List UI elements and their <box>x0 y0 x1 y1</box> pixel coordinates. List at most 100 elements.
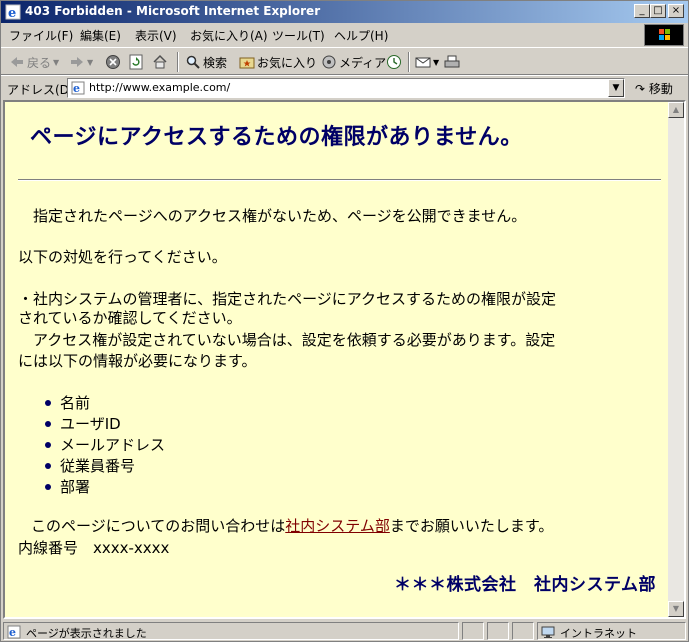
search-button[interactable]: 検索 <box>185 53 227 71</box>
search-icon <box>186 55 200 69</box>
bullet-icon <box>45 483 51 490</box>
intranet-icon <box>541 626 555 638</box>
contact-after: までお願いいたします。 <box>389 517 554 535</box>
home-button[interactable] <box>152 53 168 71</box>
contact-text: このページについてのお問い合わせは社内システム部までお願いいたします。 <box>31 516 553 536</box>
bullet-icon <box>45 462 51 469</box>
media-button[interactable]: メディア <box>321 53 386 71</box>
mail-button[interactable]: ▼ <box>415 53 439 71</box>
contact-link[interactable]: 社内システム部 <box>285 517 390 535</box>
internet-explorer-icon: e <box>5 4 21 20</box>
list-item: 従業員番号 <box>45 455 165 476</box>
status-cell <box>462 622 484 640</box>
intro-text: 指定されたページへのアクセス権がないため、ページを公開できません。 <box>33 207 527 225</box>
status-bar: e ページが表示されました イントラネット <box>1 620 688 641</box>
list-item-text: 従業員番号 <box>60 456 136 475</box>
zone-label: イントラネット <box>560 627 637 640</box>
contact-before: このページについてのお問い合わせは <box>31 517 286 535</box>
back-dropdown-icon[interactable]: ▼ <box>53 58 59 67</box>
address-label: アドレス(D) <box>7 83 74 97</box>
go-arrow-icon: ↷ <box>635 82 646 96</box>
favorites-button[interactable]: お気に入り <box>239 53 317 71</box>
page-icon: e <box>71 81 85 95</box>
signature: ＊＊＊株式会社 社内システム部 <box>394 575 656 595</box>
windows-logo-icon <box>644 24 684 46</box>
menu-tools[interactable]: ツール(T) <box>272 27 325 44</box>
print-button[interactable] <box>444 53 460 71</box>
history-icon <box>387 55 401 69</box>
list-item-text: 部署 <box>60 477 91 496</box>
favorites-label: お気に入り <box>257 55 318 70</box>
menu-view[interactable]: 表示(V) <box>135 27 177 44</box>
required-info-list: 名前 ユーザID メールアドレス 従業員番号 部署 <box>45 392 165 497</box>
toolbar-separator <box>408 52 410 72</box>
bullet-icon <box>45 420 51 427</box>
menu-edit[interactable]: 編集(E) <box>80 27 121 44</box>
bullet-icon <box>45 441 51 448</box>
maximize-button[interactable]: □ <box>650 4 666 18</box>
content-viewport: ページにアクセスするための権限がありません。 指定されたページへのアクセス権がな… <box>3 100 686 619</box>
zone-cell: イントラネット <box>537 622 686 640</box>
scroll-up-button[interactable]: ▲ <box>668 102 684 118</box>
step1-line2: されているか確認してください。 <box>18 309 242 327</box>
search-label: 検索 <box>203 55 228 70</box>
status-message: ページが表示されました <box>26 627 147 640</box>
browser-window: e 403 Forbidden - Microsoft Internet Exp… <box>0 0 689 642</box>
window-title: 403 Forbidden - Microsoft Internet Explo… <box>25 4 321 18</box>
horizontal-rule <box>18 179 661 181</box>
forward-dropdown-icon[interactable]: ▼ <box>87 58 93 67</box>
history-button[interactable] <box>386 53 402 71</box>
status-message-cell: e ページが表示されました <box>3 622 459 640</box>
step1-line1: ・社内システムの管理者に、指定されたページにアクセスするための権限が設定 <box>18 290 557 308</box>
refresh-button[interactable] <box>128 53 144 71</box>
menu-help[interactable]: ヘルプ(H) <box>334 27 388 44</box>
svg-text:e: e <box>73 82 80 95</box>
home-icon <box>153 54 167 69</box>
page-heading: ページにアクセスするための権限がありません。 <box>30 125 523 150</box>
page-done-icon: e <box>7 625 21 639</box>
stop-button[interactable] <box>105 53 121 71</box>
title-bar[interactable]: e 403 Forbidden - Microsoft Internet Exp… <box>1 1 688 23</box>
address-input[interactable]: e http://www.example.com/ ▼ <box>67 78 625 98</box>
mail-dropdown-icon[interactable]: ▼ <box>433 58 439 67</box>
go-label: 移動 <box>648 82 673 96</box>
list-item: ユーザID <box>45 413 165 434</box>
scroll-down-button[interactable]: ▼ <box>668 601 684 617</box>
favorites-folder-icon <box>239 57 255 69</box>
step2-line2: には以下の情報が必要になります。 <box>18 352 257 370</box>
status-cell <box>487 622 509 640</box>
svg-text:e: e <box>8 6 16 20</box>
list-item-text: メールアドレス <box>60 435 166 454</box>
list-item-text: 名前 <box>60 393 91 412</box>
back-arrow-icon <box>11 57 23 67</box>
minimize-button[interactable]: _ <box>634 4 650 18</box>
print-icon <box>444 55 460 68</box>
address-url: http://www.example.com/ <box>89 81 231 94</box>
list-item: メールアドレス <box>45 434 165 455</box>
close-button[interactable]: × <box>668 4 684 18</box>
step2-line1: アクセス権が設定されていない場合は、設定を依頼する必要があります。設定 <box>33 331 556 349</box>
page-content: ページにアクセスするための権限がありません。 指定されたページへのアクセス権がな… <box>5 102 666 617</box>
vertical-scrollbar[interactable]: ▲ ▼ <box>668 102 684 617</box>
go-button[interactable]: ↷ 移動 <box>635 80 673 97</box>
back-label: 戻る <box>27 55 52 70</box>
bullet-icon <box>45 399 51 406</box>
back-button[interactable]: 戻る ▼ <box>9 53 59 71</box>
menu-favorites[interactable]: お気に入り(A) <box>190 27 268 44</box>
stop-icon <box>106 55 120 69</box>
svg-text:e: e <box>9 626 16 639</box>
instruction-text: 以下の対処を行ってください。 <box>18 248 227 266</box>
forward-arrow-icon <box>71 57 83 67</box>
standard-toolbar: 戻る ▼ ▼ 検索 お気に入り メディア ▼ <box>1 47 688 75</box>
status-cell <box>512 622 534 640</box>
menu-file[interactable]: ファイル(F) <box>9 27 73 44</box>
list-item: 部署 <box>45 476 165 497</box>
refresh-icon <box>129 54 143 70</box>
address-bar: アドレス(D) e http://www.example.com/ ▼ ↷ 移動 <box>1 75 688 99</box>
list-item: 名前 <box>45 392 165 413</box>
media-icon <box>322 55 336 69</box>
address-dropdown-button[interactable]: ▼ <box>608 79 624 97</box>
forward-button[interactable]: ▼ <box>69 53 93 71</box>
toolbar-separator <box>177 52 179 72</box>
list-item-text: ユーザID <box>60 414 121 433</box>
